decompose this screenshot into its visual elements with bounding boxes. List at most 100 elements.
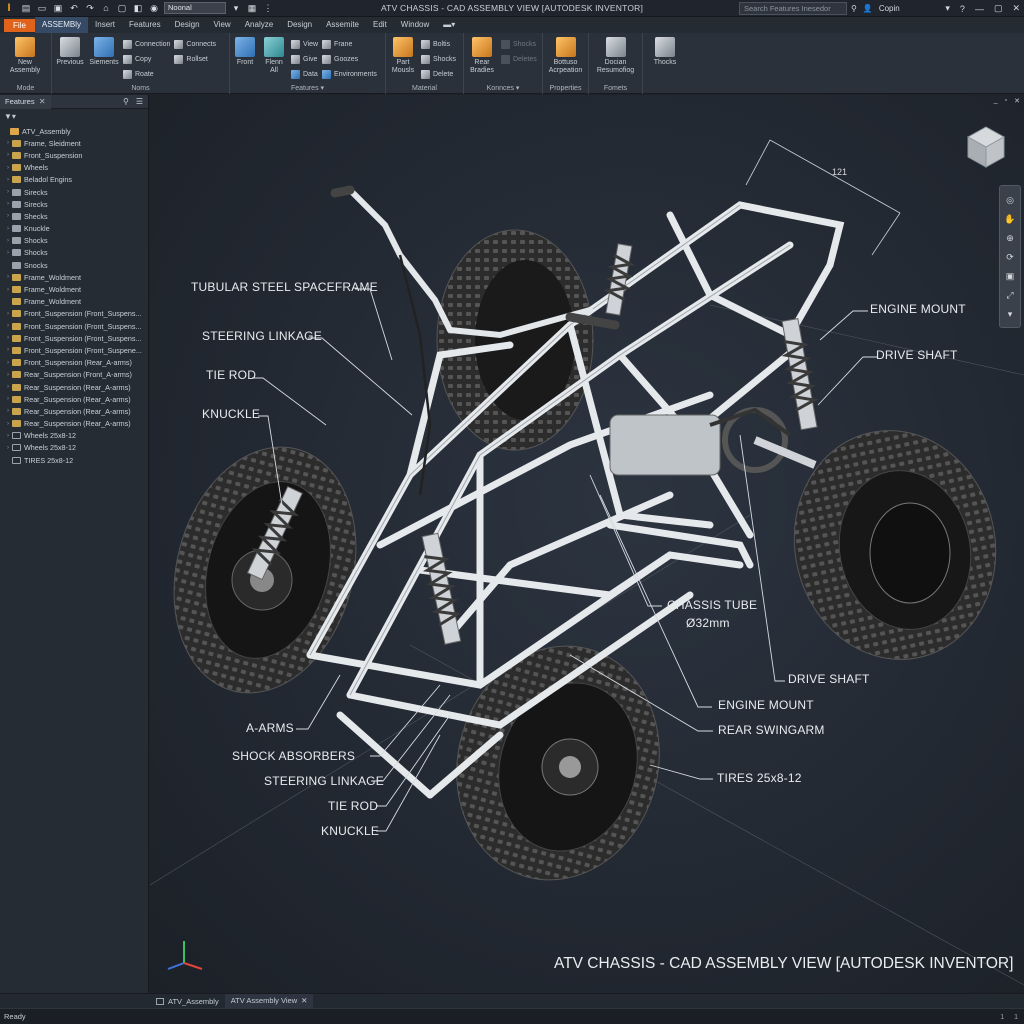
- expand-arrow-icon[interactable]: ›: [4, 213, 12, 219]
- tab-assembly[interactable]: ASSEMBly: [34, 17, 89, 33]
- expand-arrow-icon[interactable]: ›: [4, 226, 12, 232]
- filter-icon[interactable]: ▾: [230, 2, 242, 14]
- update-icon[interactable]: ◉: [148, 2, 160, 14]
- rear-right-tire[interactable]: [773, 412, 1016, 679]
- rollset-button[interactable]: Rollset: [174, 53, 216, 65]
- menu-icon[interactable]: ☰: [136, 97, 143, 106]
- minimize-button[interactable]: —: [975, 4, 984, 14]
- shocks-button[interactable]: Shocks: [421, 53, 456, 65]
- tab-features-panel[interactable]: Features ✕: [0, 94, 51, 109]
- close-icon[interactable]: ✕: [301, 993, 307, 1008]
- tree-item[interactable]: › Front_Suspension (Front_Suspens...: [0, 320, 148, 332]
- tree-item[interactable]: › Sirecks: [0, 186, 148, 198]
- connects-button[interactable]: Connects: [174, 38, 216, 50]
- delete-button[interactable]: Delete: [421, 68, 456, 80]
- user-label[interactable]: Copin: [879, 4, 900, 13]
- expand-arrow-icon[interactable]: ›: [4, 445, 12, 451]
- undo-icon[interactable]: ↶: [68, 2, 80, 14]
- tree-item[interactable]: Frame_Woldment: [0, 296, 148, 308]
- zoom-icon[interactable]: ⊕: [1004, 232, 1016, 244]
- orbit-icon[interactable]: ⟳: [1004, 251, 1016, 263]
- tab-assemite[interactable]: Assemite: [319, 17, 366, 33]
- nav-options-icon[interactable]: ▾: [1004, 308, 1016, 320]
- tree-item[interactable]: › Rear_Suspension (Rear_A-arms): [0, 405, 148, 417]
- expand-arrow-icon[interactable]: ›: [4, 335, 12, 341]
- open-icon[interactable]: ▭: [36, 2, 48, 14]
- expand-arrow-icon[interactable]: ›: [4, 396, 12, 402]
- tree-item[interactable]: › Wheels 25x8-12: [0, 442, 148, 454]
- expand-arrow-icon[interactable]: ›: [4, 189, 12, 195]
- view-button[interactable]: View: [291, 38, 318, 50]
- give-button[interactable]: Give: [291, 53, 318, 65]
- expand-arrow-icon[interactable]: ›: [4, 433, 12, 439]
- expand-arrow-icon[interactable]: ›: [4, 372, 12, 378]
- save-icon[interactable]: ▣: [52, 2, 64, 14]
- boltis-button[interactable]: Boltis: [421, 38, 456, 50]
- doc-tab-atv-assembly[interactable]: ATV_Assembly: [150, 994, 225, 1009]
- tree-item[interactable]: › Front_Suspension (Front_Suspens...: [0, 332, 148, 344]
- tree-item[interactable]: › Front_Suspension: [0, 149, 148, 161]
- dimension-line[interactable]: [745, 139, 901, 256]
- folder-icon[interactable]: ▢: [116, 2, 128, 14]
- tab-view[interactable]: View: [207, 17, 238, 33]
- search-input[interactable]: Search Features Inesedor: [739, 2, 847, 15]
- drive-shaft[interactable]: [609, 407, 817, 476]
- tab-design[interactable]: Design: [168, 17, 207, 33]
- filter-icon[interactable]: ▼▾: [4, 112, 16, 121]
- search-icon[interactable]: ⚲: [851, 4, 857, 13]
- search-icon[interactable]: ⚲: [123, 97, 129, 106]
- dropdown-icon[interactable]: ▾: [945, 3, 950, 14]
- look-at-icon[interactable]: ▣: [1004, 270, 1016, 282]
- tree-item[interactable]: › Front_Suspension (Front_Suspens...: [0, 308, 148, 320]
- tree-item[interactable]: › Shocks: [0, 235, 148, 247]
- file-menu[interactable]: File: [4, 18, 35, 32]
- expand-arrow-icon[interactable]: ›: [4, 323, 12, 329]
- shocks-disabled-button[interactable]: Shocks: [501, 38, 537, 50]
- tab-insert[interactable]: Insert: [88, 17, 122, 33]
- tab-window[interactable]: Window: [394, 17, 436, 33]
- tree-item[interactable]: › Rear_Suspension (Front_A-arms): [0, 369, 148, 381]
- goozes-button[interactable]: Goozes: [322, 53, 377, 65]
- graphics-viewport[interactable]: _ ▫ ✕ 121 TUBULAR STEEL SPACEFRAME STEER…: [150, 95, 1024, 993]
- close-icon[interactable]: ✕: [37, 97, 46, 106]
- tree-item[interactable]: › Shocks: [0, 247, 148, 259]
- roate-button[interactable]: Roate: [123, 68, 170, 80]
- ribbon-options-icon[interactable]: ▬▾: [436, 17, 462, 33]
- tree-item[interactable]: › Frame, Sleidment: [0, 137, 148, 149]
- tree-item[interactable]: Snocks: [0, 259, 148, 271]
- tab-design-2[interactable]: Design: [280, 17, 319, 33]
- deletes-disabled-button[interactable]: Deletes: [501, 53, 537, 65]
- tree-item[interactable]: › Rear_Suspension (Rear_A-arms): [0, 418, 148, 430]
- expand-arrow-icon[interactable]: ›: [4, 140, 12, 146]
- tree-item[interactable]: › Wheels 25x8-12: [0, 430, 148, 442]
- measure-icon[interactable]: ▦: [246, 2, 258, 14]
- expand-arrow-icon[interactable]: ›: [4, 152, 12, 158]
- tree-item[interactable]: › Rear_Suspension (Rear_A-arms): [0, 381, 148, 393]
- tree-item[interactable]: › Frame_Woldment: [0, 271, 148, 283]
- viewcube[interactable]: [964, 123, 1008, 171]
- tree-item[interactable]: › Front_Suspension (Rear_A-arms): [0, 357, 148, 369]
- zoom-extents-icon[interactable]: ⤢: [1004, 289, 1016, 301]
- tree-item[interactable]: ATV_Assembly: [0, 125, 148, 137]
- expand-arrow-icon[interactable]: ›: [4, 384, 12, 390]
- expand-arrow-icon[interactable]: ›: [4, 238, 12, 244]
- copy-button[interactable]: Copy: [123, 53, 170, 65]
- connection-button[interactable]: Connection: [123, 38, 170, 50]
- home-icon[interactable]: ⌂: [100, 2, 112, 14]
- tree-item[interactable]: TIRES 25x8-12: [0, 454, 148, 466]
- inventor-logo-icon[interactable]: I: [2, 2, 16, 14]
- customize-icon[interactable]: ⋮: [262, 2, 274, 14]
- tree-item[interactable]: › Sirecks: [0, 198, 148, 210]
- steering-wheel-icon[interactable]: ◎: [1004, 194, 1016, 206]
- new-file-icon[interactable]: ▤: [20, 2, 32, 14]
- tab-features[interactable]: Features: [122, 17, 168, 33]
- maximize-button[interactable]: ▢: [994, 3, 1003, 14]
- user-icon[interactable]: 👤: [863, 4, 873, 13]
- thocks-button[interactable]: Thocks: [646, 35, 684, 94]
- tab-edit[interactable]: Edit: [366, 17, 394, 33]
- close-button[interactable]: ✕: [1012, 3, 1020, 14]
- help-icon[interactable]: ?: [960, 4, 965, 14]
- expand-arrow-icon[interactable]: ›: [4, 360, 12, 366]
- tree-item[interactable]: › Knuckle: [0, 223, 148, 235]
- expand-arrow-icon[interactable]: ›: [4, 201, 12, 207]
